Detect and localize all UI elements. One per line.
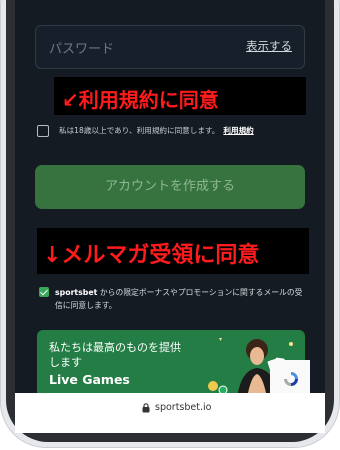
promo-consent-text: sportsbet からの限定ボーナスやプロモーションに関するメールの受信に同意… xyxy=(55,286,310,312)
banner-headline-2: します xyxy=(49,356,82,369)
browser-url-bar[interactable]: sportsbet.io xyxy=(15,393,325,433)
banner-live-games: Live Games xyxy=(49,372,130,387)
recaptcha-icon xyxy=(284,372,298,386)
banner-headline-1: 私たちは最高のものを提供 xyxy=(49,341,181,354)
url-text: sportsbet.io xyxy=(155,402,212,413)
terms-link[interactable]: 利用規約 xyxy=(223,126,253,135)
terms-annotation: ↙利用規約に同意 xyxy=(54,77,306,115)
create-account-button[interactable]: アカウントを作成する xyxy=(35,165,305,209)
app-screen: パスワード 表示する ↙利用規約に同意 私は18歳以上であり、利用規約に同意しま… xyxy=(15,0,325,430)
promo-banner[interactable]: 私たちは最高のものを提供 します Live Games A xyxy=(37,330,305,398)
terms-checkbox[interactable] xyxy=(37,125,49,137)
password-field[interactable]: パスワード 表示する xyxy=(35,25,305,69)
password-placeholder: パスワード xyxy=(49,42,115,57)
show-password-link[interactable]: 表示する xyxy=(246,38,292,54)
terms-label: 私は18歳以上であり、利用規約に同意します。 xyxy=(59,126,220,135)
newsletter-annotation: ↓メルマガ受領に同意 xyxy=(37,228,309,274)
lock-icon xyxy=(142,403,150,413)
terms-text: 私は18歳以上であり、利用規約に同意します。 利用規約 xyxy=(59,125,254,136)
promo-brand: sportsbet xyxy=(55,288,98,297)
promo-checkbox[interactable] xyxy=(39,287,49,297)
terms-checkbox-row[interactable]: 私は18歳以上であり、利用規約に同意します。 利用規約 xyxy=(37,124,307,142)
